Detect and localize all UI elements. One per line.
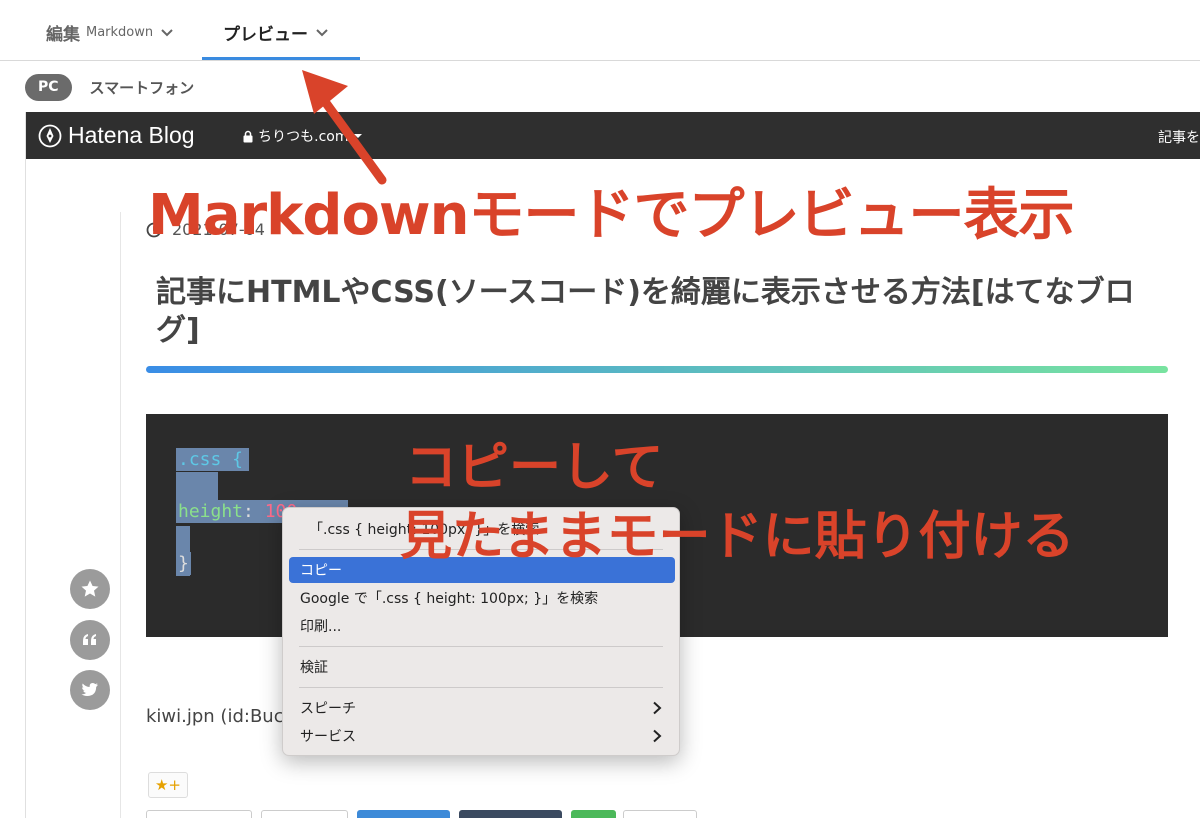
star-icon bbox=[81, 580, 99, 597]
twitter-share-button[interactable] bbox=[70, 670, 110, 710]
device-toggle: PC スマートフォン bbox=[25, 73, 194, 101]
tab-edit-markdown[interactable]: 編集 Markdown bbox=[46, 18, 175, 46]
facebook-share-button[interactable] bbox=[357, 810, 450, 818]
device-smartphone-button[interactable]: スマートフォン bbox=[90, 77, 195, 98]
active-tab-indicator bbox=[202, 57, 360, 60]
tab-edit-label: 編集 bbox=[46, 24, 80, 45]
menu-separator bbox=[299, 687, 663, 688]
add-star-button[interactable]: ★+ bbox=[148, 772, 188, 798]
code-line-close: } bbox=[176, 552, 191, 575]
hatena-global-header: Hatena Blog ちりつも.com 記事を bbox=[26, 112, 1200, 159]
line-share-button[interactable] bbox=[571, 810, 616, 818]
chevron-down-icon bbox=[316, 29, 328, 37]
chevron-right-icon bbox=[653, 701, 662, 715]
tab-edit-sublabel: Markdown bbox=[86, 24, 154, 40]
tab-preview-label: プレビュー bbox=[223, 24, 308, 45]
context-menu-google-search[interactable]: Google で「.css { height: 100px; }」を検索 bbox=[289, 585, 675, 611]
annotation-copy: コピーして bbox=[405, 438, 664, 498]
quote-icon bbox=[83, 634, 96, 645]
chevron-right-icon bbox=[653, 729, 662, 743]
context-menu-speech[interactable]: スピーチ bbox=[289, 695, 675, 721]
context-menu-speech-label: スピーチ bbox=[300, 701, 356, 717]
tab-preview[interactable]: プレビュー bbox=[223, 18, 330, 46]
editor-tabs: 編集 Markdown プレビュー bbox=[0, 0, 1200, 61]
star-share-button[interactable] bbox=[70, 569, 110, 609]
hatena-blog-logo[interactable]: Hatena Blog bbox=[38, 122, 195, 149]
code-property-name: height bbox=[178, 501, 244, 522]
quote-share-button[interactable] bbox=[70, 620, 110, 660]
share-button[interactable] bbox=[261, 810, 348, 818]
menu-separator bbox=[299, 646, 663, 647]
context-menu-inspect[interactable]: 検証 bbox=[289, 654, 675, 680]
write-article-link[interactable]: 記事を bbox=[1158, 127, 1200, 147]
device-pc-button[interactable]: PC bbox=[25, 73, 72, 101]
context-menu-print[interactable]: 印刷... bbox=[289, 613, 675, 639]
code-line-selector: .css { bbox=[176, 448, 250, 471]
code-colon: : bbox=[243, 501, 265, 522]
author-line[interactable]: kiwi.jpn (id:Buc bbox=[146, 706, 284, 727]
annotation-preview-mode: Markdownモードでプレビュー表示 bbox=[148, 183, 1075, 248]
title-gradient-rule bbox=[146, 366, 1168, 373]
tumblr-share-button[interactable] bbox=[459, 810, 562, 818]
lock-icon bbox=[243, 130, 253, 142]
context-menu-services-label: サービス bbox=[300, 729, 356, 745]
twitter-bird-icon bbox=[81, 683, 98, 696]
annotation-paste: 見たままモードに貼り付ける bbox=[400, 507, 1075, 567]
hatena-logo-text: Hatena Blog bbox=[68, 122, 195, 148]
content-divider bbox=[120, 212, 121, 818]
share-button[interactable] bbox=[146, 810, 252, 818]
share-button[interactable] bbox=[623, 810, 697, 818]
context-menu-services[interactable]: サービス bbox=[289, 723, 675, 749]
pen-nib-icon bbox=[38, 124, 62, 147]
entry-title[interactable]: 記事にHTMLやCSS(ソースコード)を綺麗に表示させる方法[はてなブログ] bbox=[156, 274, 1166, 350]
chevron-down-icon bbox=[161, 29, 173, 37]
